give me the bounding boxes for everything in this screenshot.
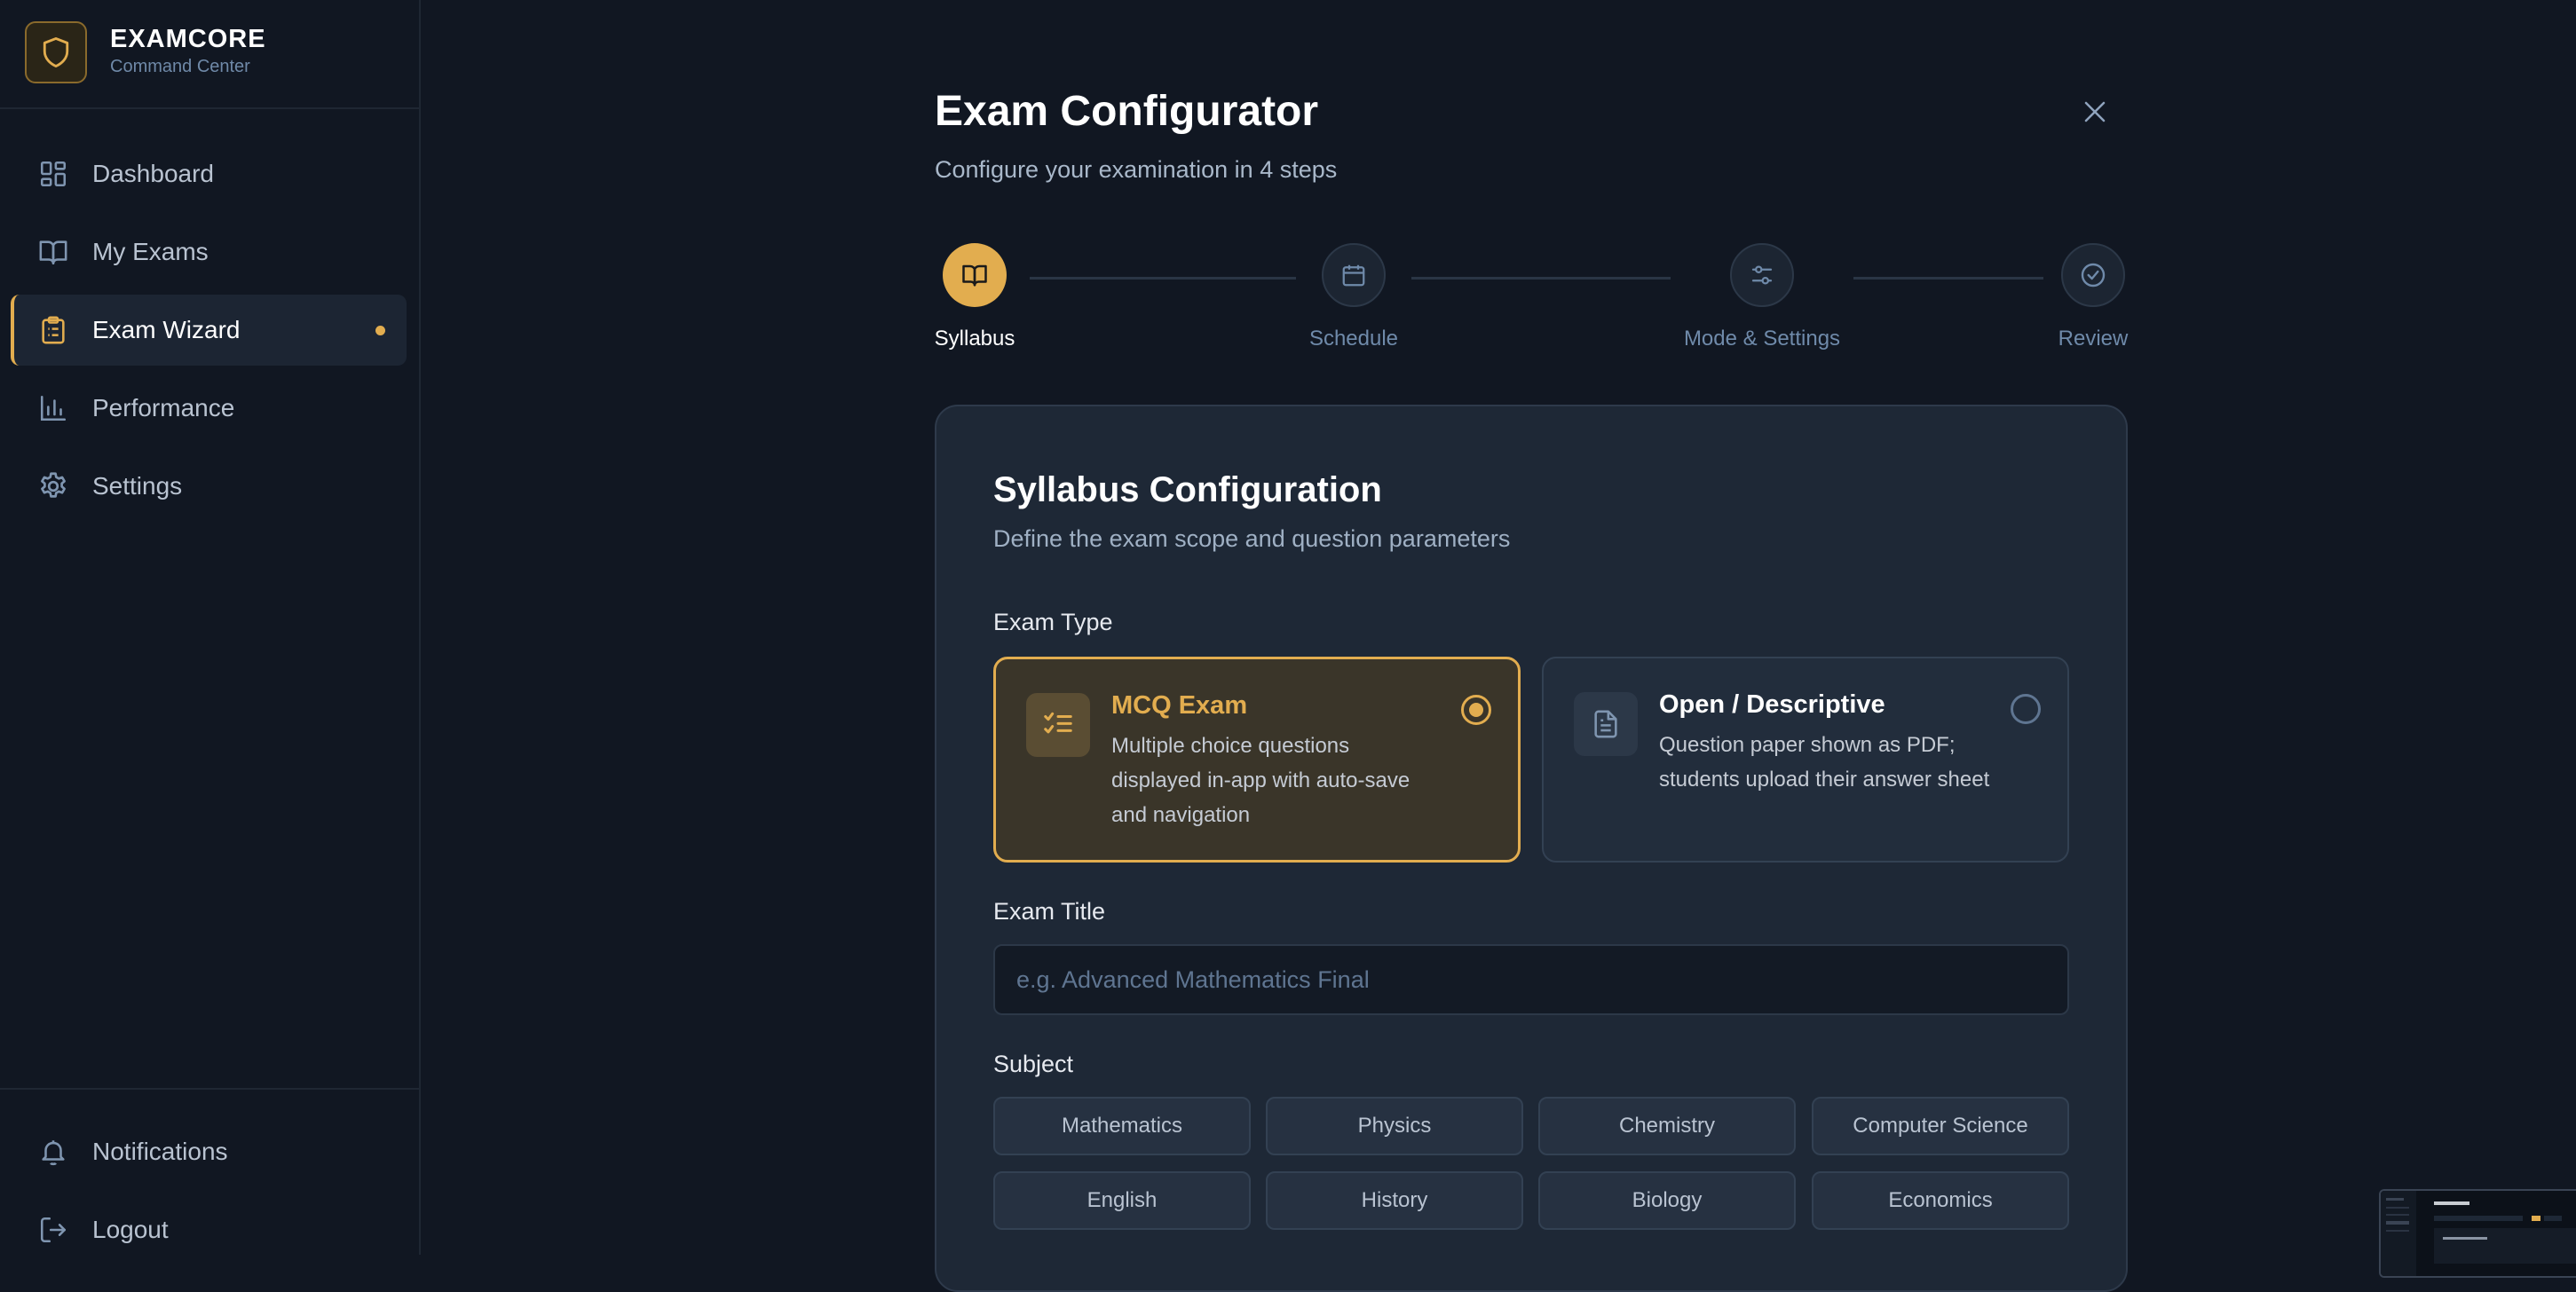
bell-icon	[37, 1136, 69, 1168]
step-syllabus[interactable]: Syllabus	[868, 243, 1081, 351]
sidebar-item-performance[interactable]: Performance	[11, 373, 407, 444]
exam-title-input[interactable]	[993, 944, 2069, 1015]
subject-chip-chemistry[interactable]: Chemistry	[1538, 1097, 1796, 1155]
option-description: Multiple choice questions displayed in-a…	[1111, 734, 1410, 827]
step-label: Mode & Settings	[1683, 327, 1841, 351]
sidebar-item-label: Settings	[92, 472, 183, 500]
step-schedule[interactable]: Schedule	[1247, 243, 1460, 351]
sidebar-item-notifications[interactable]: Notifications	[11, 1116, 407, 1187]
card-subtitle: Define the exam scope and question param…	[993, 525, 1511, 552]
brand-subtitle: Command Center	[110, 57, 250, 76]
exam-type-label: Exam Type	[993, 609, 1113, 635]
exam-type-open-option[interactable]: Open / Descriptive Question paper shown …	[1542, 657, 2069, 863]
sidebar-item-label: Dashboard	[92, 160, 214, 187]
card-title: Syllabus Configuration	[993, 470, 1382, 509]
list-checks-icon	[1026, 693, 1090, 757]
check-circle-icon	[2061, 243, 2125, 307]
bar-chart-icon	[37, 392, 69, 424]
sidebar: EXAMCORE Command Center Dashboard My Exa…	[0, 0, 421, 1255]
close-button[interactable]	[2075, 92, 2114, 131]
brand-title: EXAMCORE	[110, 25, 266, 53]
step-label: Syllabus	[934, 327, 1015, 351]
step-mode-settings[interactable]: Mode & Settings	[1655, 243, 1869, 351]
subject-chip-economics[interactable]: Economics	[1812, 1171, 2069, 1230]
active-indicator-dot	[375, 326, 385, 335]
subject-chip-physics[interactable]: Physics	[1266, 1097, 1523, 1155]
option-description: Question paper shown as PDF; students up…	[1659, 733, 1990, 792]
sidebar-item-dashboard[interactable]: Dashboard	[11, 138, 407, 209]
option-title: MCQ Exam	[1111, 691, 1248, 720]
dashboard-icon	[37, 158, 69, 190]
file-text-icon	[1574, 692, 1638, 756]
sidebar-item-label: Exam Wizard	[92, 316, 241, 343]
sidebar-item-settings[interactable]: Settings	[11, 451, 407, 522]
sliders-icon	[1730, 243, 1794, 307]
page-title: Exam Configurator	[935, 88, 1319, 135]
page-subtitle: Configure your examination in 4 steps	[935, 156, 1338, 183]
subject-chip-mathematics[interactable]: Mathematics	[993, 1097, 1251, 1155]
subject-chip-english[interactable]: English	[993, 1171, 1251, 1230]
step-label: Schedule	[1308, 327, 1399, 351]
logout-icon	[37, 1214, 69, 1246]
radio-unselected[interactable]	[2011, 694, 2041, 724]
preview-thumbnail[interactable]	[2379, 1189, 2576, 1278]
subject-label: Subject	[993, 1051, 1074, 1077]
sidebar-item-logout[interactable]: Logout	[11, 1194, 407, 1265]
sidebar-item-my-exams[interactable]: My Exams	[11, 217, 407, 288]
clipboard-list-icon	[37, 314, 69, 346]
gear-icon	[37, 470, 69, 502]
syllabus-config-card: Syllabus Configuration Define the exam s…	[935, 405, 2128, 1292]
subject-chip-history[interactable]: History	[1266, 1171, 1523, 1230]
step-label: Review	[2058, 327, 2129, 351]
radio-selected[interactable]	[1461, 695, 1491, 725]
brand-header: EXAMCORE Command Center	[0, 0, 419, 109]
exam-title-label: Exam Title	[993, 898, 1106, 925]
subject-chip-computer-science[interactable]: Computer Science	[1812, 1097, 2069, 1155]
option-title: Open / Descriptive	[1659, 690, 1885, 719]
shield-icon	[25, 21, 87, 83]
step-review[interactable]: Review	[1987, 243, 2200, 351]
exam-type-mcq-option[interactable]: MCQ Exam Multiple choice questions displ…	[993, 657, 1521, 863]
sidebar-divider	[0, 1088, 419, 1090]
close-icon	[2082, 98, 2108, 125]
book-open-icon	[943, 243, 1007, 307]
sidebar-item-exam-wizard[interactable]: Exam Wizard	[11, 295, 407, 366]
calendar-icon	[1322, 243, 1386, 307]
sidebar-item-label: My Exams	[92, 238, 209, 265]
sidebar-item-label: Notifications	[92, 1138, 228, 1165]
sidebar-item-label: Logout	[92, 1216, 169, 1243]
subject-chip-biology[interactable]: Biology	[1538, 1171, 1796, 1230]
book-open-icon	[37, 236, 69, 268]
sidebar-item-label: Performance	[92, 394, 235, 421]
